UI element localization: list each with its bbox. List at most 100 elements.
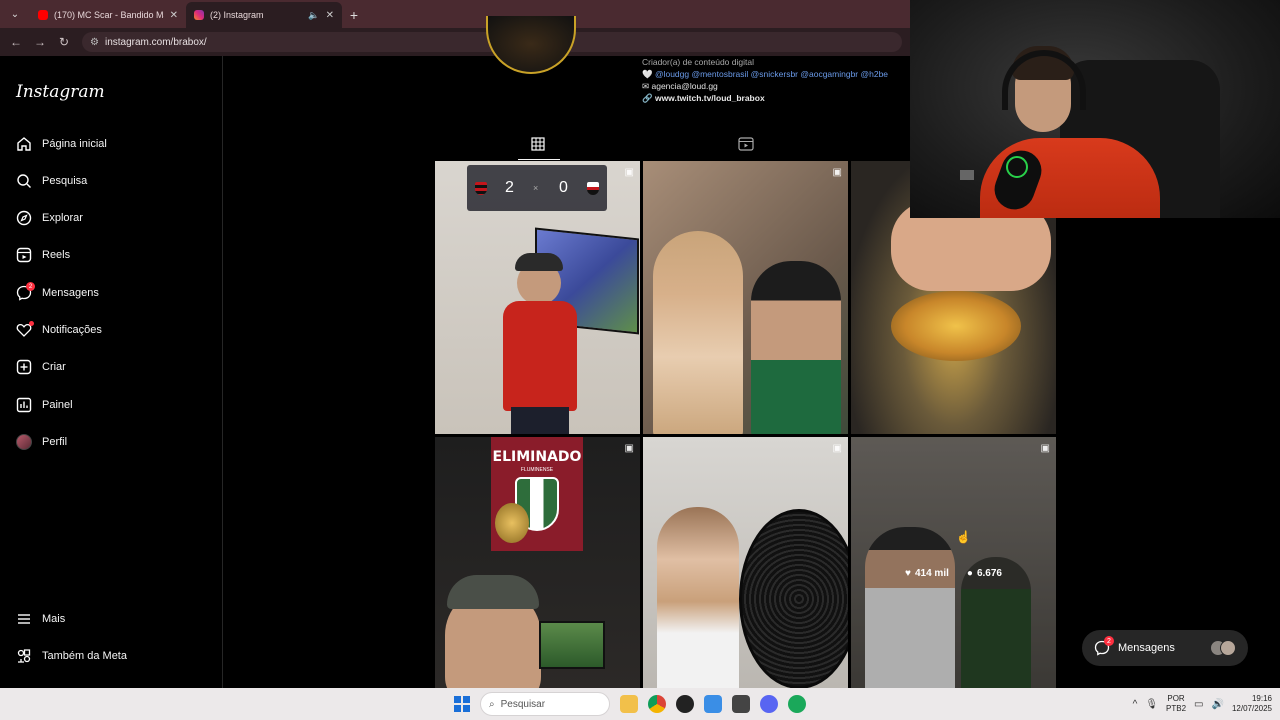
browser-icon[interactable] bbox=[788, 695, 806, 713]
back-button[interactable]: ← bbox=[6, 32, 26, 52]
tab-search-button[interactable]: ⌄ bbox=[4, 4, 26, 24]
new-tab-button[interactable]: + bbox=[342, 2, 366, 28]
post-tile[interactable]: ♥ 414 mil ● 6.676 ▣ bbox=[851, 437, 1056, 710]
sidebar-item-more[interactable]: Mais bbox=[16, 608, 65, 630]
reel-icon: ▣ bbox=[624, 167, 634, 178]
sidebar-item-label: Mais bbox=[42, 613, 66, 625]
sidebar-item-dashboard[interactable]: Painel bbox=[16, 394, 73, 416]
fan bbox=[739, 509, 848, 689]
active-tab-indicator bbox=[518, 159, 560, 160]
messages-badge: 2 bbox=[26, 282, 35, 291]
saopaulo-badge bbox=[587, 182, 599, 195]
speaker-icon[interactable]: 🔈 bbox=[308, 10, 319, 21]
forward-button[interactable]: → bbox=[30, 32, 50, 52]
close-tab-icon[interactable]: ✕ bbox=[326, 10, 334, 21]
post-tile[interactable]: 2 × 0 ▣ bbox=[435, 161, 640, 434]
browser-tab-instagram[interactable]: (2) Instagram 🔈 ✕ bbox=[186, 2, 342, 28]
file-explorer-icon[interactable] bbox=[620, 695, 638, 713]
site-info-icon[interactable]: ⚙ bbox=[90, 37, 99, 48]
search-icon: ⌕ bbox=[489, 698, 495, 710]
profile-bio: Criador(a) de conteúdo digital 🤍 @loudgg… bbox=[642, 56, 888, 104]
reel-icon: ▣ bbox=[624, 443, 634, 454]
browser-tabbar: ⌄ (170) MC Scar - Bandido Mau ✕ (2) Inst… bbox=[0, 0, 910, 28]
instagram-favicon-icon bbox=[194, 10, 204, 20]
eliminado-subcaption: FLUMINENSE bbox=[520, 467, 554, 473]
reload-button[interactable]: ↻ bbox=[54, 32, 74, 52]
sidebar-item-explore[interactable]: Explorar bbox=[16, 207, 83, 229]
language-indicator[interactable]: POR PTB2 bbox=[1166, 694, 1186, 714]
chevron-up-icon[interactable]: ^ bbox=[1133, 699, 1138, 710]
sidebar-item-label: Mensagens bbox=[42, 287, 99, 299]
post-tile[interactable]: ▣ bbox=[643, 161, 848, 434]
comments-stat: ● 6.676 bbox=[966, 568, 1002, 579]
sidebar-item-profile[interactable]: Perfil bbox=[16, 431, 67, 453]
chrome-icon[interactable] bbox=[648, 695, 666, 713]
bio-category: Criador(a) de conteúdo digital bbox=[642, 57, 754, 67]
heart-icon bbox=[16, 321, 34, 338]
close-tab-icon[interactable]: ✕ bbox=[170, 10, 178, 21]
menu-icon bbox=[16, 611, 32, 627]
discord-icon[interactable] bbox=[760, 695, 778, 713]
home-icon bbox=[16, 136, 32, 152]
instagram-logo[interactable]: Instagram bbox=[16, 82, 105, 102]
score-separator: × bbox=[533, 183, 539, 193]
windows-taskbar: ⌕ Pesquisar ^ 🎙 POR PTB2 ▭ 🔊 19:16 12/07/2… bbox=[0, 688, 1280, 720]
post-tile[interactable]: ▣ bbox=[643, 437, 848, 710]
messages-pill-label: Mensagens bbox=[1118, 642, 1175, 654]
flamengo-badge bbox=[475, 182, 487, 195]
sidebar-item-create[interactable]: Criar bbox=[16, 356, 66, 378]
sidebar-item-label: Criar bbox=[42, 361, 66, 373]
messenger-icon: 2 bbox=[16, 282, 35, 301]
youtube-favicon-icon bbox=[38, 10, 48, 20]
mouse-cursor: ☝ bbox=[956, 530, 971, 544]
reels-icon bbox=[16, 247, 32, 263]
volume-icon[interactable]: 🔊 bbox=[1212, 699, 1224, 710]
reel-icon: ▣ bbox=[832, 167, 842, 178]
browser-toolbar: ← → ↻ ⚙ instagram.com/brabox/ bbox=[0, 28, 910, 56]
chart-icon bbox=[16, 397, 32, 413]
post-tile[interactable]: ELIMINADO FLUMINENSE ▣ bbox=[435, 437, 640, 710]
windows-start-icon[interactable] bbox=[454, 696, 470, 712]
display-icon[interactable]: ▭ bbox=[1194, 699, 1203, 710]
system-tray: ^ 🎙 POR PTB2 ▭ 🔊 19:16 12/07/2025 bbox=[1133, 692, 1272, 716]
monitor bbox=[539, 621, 605, 669]
sidebar-item-reels[interactable]: Reels bbox=[16, 244, 70, 266]
sidebar-item-label: Pesquisa bbox=[42, 175, 88, 187]
app-icon[interactable] bbox=[732, 695, 750, 713]
messages-floating-button[interactable]: 2 Mensagens bbox=[1082, 630, 1248, 666]
sidebar-item-search[interactable]: Pesquisa bbox=[16, 170, 87, 192]
mic-light-ring bbox=[1006, 156, 1028, 178]
reel-icon: ▣ bbox=[1040, 443, 1050, 454]
sidebar-item-label: Página inicial bbox=[42, 138, 107, 150]
bio-link[interactable]: 🔗 www.twitch.tv/loud_brabox bbox=[642, 92, 888, 104]
obs-icon[interactable] bbox=[676, 695, 694, 713]
sidebar-item-label: Reels bbox=[42, 249, 71, 261]
tab-title: (2) Instagram bbox=[210, 10, 264, 20]
app-icon[interactable] bbox=[704, 695, 722, 713]
taskbar-search-placeholder: Pesquisar bbox=[500, 698, 546, 710]
mic-icon[interactable]: 🎙 bbox=[1145, 699, 1158, 710]
taskbar-search[interactable]: ⌕ Pesquisar bbox=[480, 692, 610, 716]
post-hover-stats: ♥ 414 mil ● 6.676 bbox=[851, 437, 1056, 710]
sidebar-item-home[interactable]: Página inicial bbox=[16, 133, 107, 155]
bio-mentions[interactable]: 🤍 @loudgg @mentosbrasil @snickersbr @aoc… bbox=[642, 68, 888, 80]
avatar bbox=[16, 434, 32, 450]
scoreboard-overlay: 2 × 0 bbox=[467, 165, 607, 211]
tab-title: (170) MC Scar - Bandido Mau bbox=[54, 10, 164, 20]
taskbar-center: ⌕ Pesquisar bbox=[454, 692, 806, 716]
sidebar-item-also-from-meta[interactable]: Também da Meta bbox=[16, 645, 127, 667]
sidebar-item-label: Painel bbox=[42, 399, 73, 411]
profile-avatar[interactable] bbox=[486, 16, 576, 74]
browser-tab-youtube[interactable]: (170) MC Scar - Bandido Mau ✕ bbox=[30, 2, 186, 28]
notification-dot bbox=[29, 321, 34, 326]
reels-tab-icon[interactable] bbox=[738, 137, 754, 151]
sidebar-item-messages[interactable]: 2 Mensagens bbox=[16, 282, 99, 304]
sidebar-item-notifications[interactable]: Notificações bbox=[16, 319, 102, 341]
avatar bbox=[1220, 640, 1236, 656]
clock[interactable]: 19:16 12/07/2025 bbox=[1232, 694, 1272, 714]
likes-stat: ♥ 414 mil bbox=[905, 568, 949, 579]
person-cap bbox=[515, 253, 563, 271]
reel-icon: ▣ bbox=[832, 443, 842, 454]
grid-tab-icon[interactable] bbox=[531, 137, 545, 151]
bio-email: ✉ agencia@loud.gg bbox=[642, 81, 718, 91]
